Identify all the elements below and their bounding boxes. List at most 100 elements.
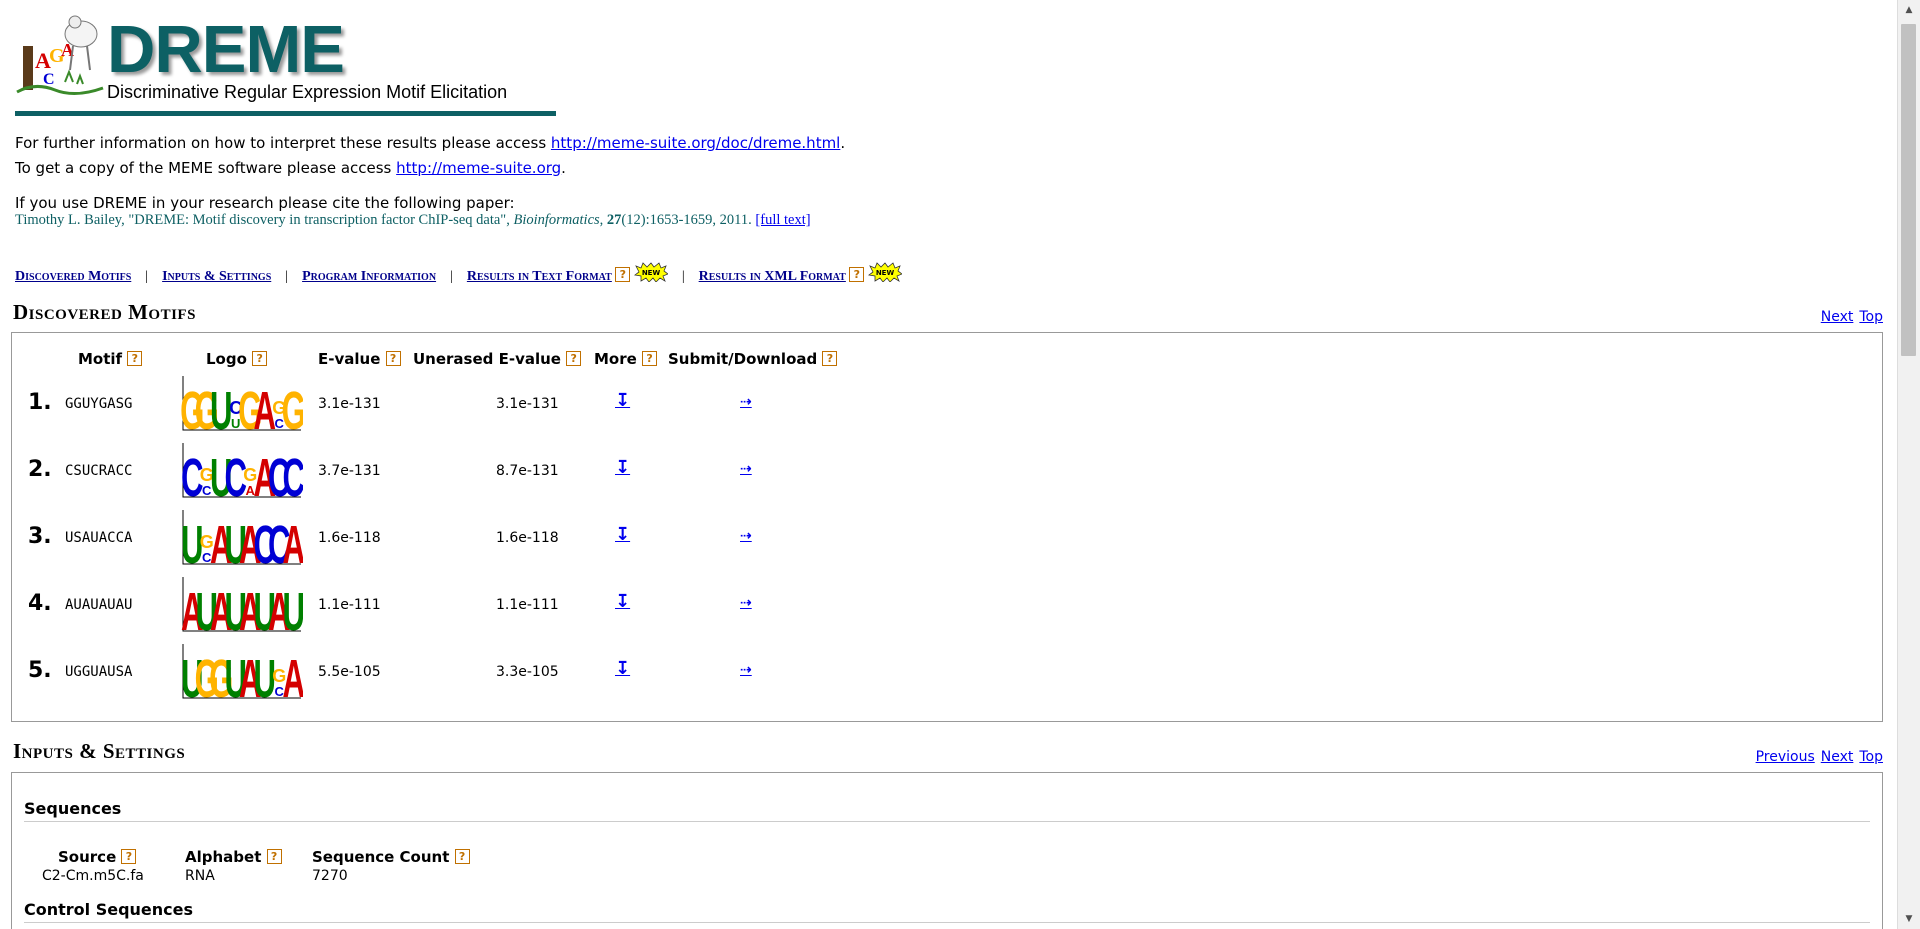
more-info-icon[interactable]: ↧ [615, 591, 630, 612]
help-icon[interactable]: ? [642, 351, 658, 366]
previous-link[interactable]: Previous [1756, 749, 1815, 765]
motif-unerased-evalue: 1.6e-118 [496, 530, 559, 546]
motif-number: 4. [28, 591, 52, 616]
more-info-icon[interactable]: ↧ [615, 457, 630, 478]
submit-link[interactable]: ⇢ [740, 662, 752, 678]
more-info-icon[interactable]: ↧ [615, 658, 630, 679]
help-icon[interactable]: ? [127, 351, 143, 366]
motif-logo-5[interactable]: UGGUAUGCA [175, 642, 303, 702]
full-text-link[interactable]: [full text] [755, 212, 810, 228]
submit-link[interactable]: ⇢ [740, 394, 752, 410]
top-link[interactable]: Top [1859, 309, 1883, 325]
citation: Timothy L. Bailey, "DREME: Motif discove… [15, 212, 811, 229]
sequences-heading: Sequences [24, 799, 122, 818]
help-icon[interactable]: ? [849, 267, 865, 282]
submit-link[interactable]: ⇢ [740, 461, 752, 477]
motif-logo-2[interactable]: CGCUCGAACC [175, 441, 303, 501]
page-title: DREME [107, 12, 345, 87]
inputs-section-links: Previous Next Top [1750, 749, 1883, 765]
motif-evalue: 5.5e-105 [318, 664, 381, 680]
doc-link[interactable]: http://meme-suite.org/doc/dreme.html [551, 134, 840, 152]
info-line: For further information on how to interp… [15, 134, 845, 152]
software-line: To get a copy of the MEME software pleas… [15, 159, 566, 177]
help-icon[interactable]: ? [385, 351, 401, 366]
col-alphabet-label: Alphabet [185, 848, 262, 866]
scrollbar-thumb[interactable] [1901, 24, 1916, 356]
help-icon[interactable]: ? [454, 849, 470, 864]
vertical-scrollbar[interactable]: ▲ ▼ [1897, 0, 1920, 929]
software-text: To get a copy of the MEME software pleas… [15, 159, 397, 177]
motif-number: 5. [28, 658, 52, 683]
nav-sep: | [145, 269, 149, 284]
logo-letter: A [282, 649, 303, 702]
discovered-motifs-heading: Discovered Motifs [13, 300, 196, 324]
control-rule [24, 922, 1870, 923]
motif-number: 2. [28, 457, 52, 482]
nav-results-xml[interactable]: Results in XML Format [699, 269, 846, 284]
source-value: C2-Cm.m5C.fa [42, 868, 144, 884]
nav-results-text[interactable]: Results in Text Format [467, 269, 612, 284]
motif-logo-3[interactable]: UGCAUACCA [175, 508, 303, 568]
more-link[interactable]: ↧ [615, 658, 630, 679]
motif-unerased-evalue: 1.1e-111 [496, 597, 559, 613]
meme-logo: A G A C [16, 15, 104, 95]
help-icon[interactable]: ? [121, 849, 137, 864]
next-link[interactable]: Next [1821, 309, 1854, 325]
logo-letter: C [282, 448, 303, 501]
col-source: Source ? [58, 848, 137, 866]
motif-logo-1[interactable]: GGUCUGAGCG [175, 374, 303, 434]
help-icon[interactable]: ? [566, 351, 582, 366]
scroll-up-icon[interactable]: ▲ [1898, 0, 1920, 20]
more-info-icon[interactable]: ↧ [615, 524, 630, 545]
sequence-count-value: 7270 [312, 868, 348, 884]
next-link[interactable]: Next [1821, 749, 1854, 765]
more-link[interactable]: ↧ [615, 591, 630, 612]
cite-intro: If you use DREME in your research please… [15, 194, 515, 212]
nav-inputs-settings[interactable]: Inputs & Settings [162, 269, 271, 284]
help-icon[interactable]: ? [822, 351, 838, 366]
sequences-rule [24, 821, 1870, 822]
cite-journal: Bioinformatics [513, 212, 600, 228]
scroll-down-icon[interactable]: ▼ [1898, 909, 1920, 929]
submit-arrow-icon[interactable]: ⇢ [740, 394, 752, 410]
submit-arrow-icon[interactable]: ⇢ [740, 662, 752, 678]
top-link[interactable]: Top [1859, 749, 1883, 765]
new-badge-text: NEW [642, 269, 661, 277]
software-link[interactable]: http://meme-suite.org [396, 159, 561, 177]
help-icon[interactable]: ? [252, 351, 268, 366]
more-info-icon[interactable]: ↧ [615, 390, 630, 411]
nav-program-information[interactable]: Program Information [302, 269, 436, 284]
motif-id: CSUCRACC [65, 463, 133, 479]
control-sequences-heading: Control Sequences [24, 900, 194, 919]
motif-id: AUAUAUAU [65, 597, 133, 613]
inputs-settings-heading: Inputs & Settings [13, 739, 186, 763]
more-link[interactable]: ↧ [615, 524, 630, 545]
header: A G A C DREME Discriminative Regular Exp… [15, 12, 556, 117]
submit-arrow-icon[interactable]: ⇢ [740, 461, 752, 477]
discovered-section-links: Next Top [1815, 309, 1883, 325]
motif-number: 3. [28, 524, 52, 549]
submit-arrow-icon[interactable]: ⇢ [740, 528, 752, 544]
col-evalue: E-value ? [318, 350, 401, 368]
help-icon[interactable]: ? [615, 267, 631, 282]
col-motif: Motif ? [78, 350, 143, 368]
more-link[interactable]: ↧ [615, 390, 630, 411]
new-badge-text: NEW [876, 269, 895, 277]
col-submit-label: Submit/Download [668, 350, 818, 368]
nav-sep: | [285, 269, 289, 284]
submit-link[interactable]: ⇢ [740, 595, 752, 611]
nav-discovered-motifs[interactable]: Discovered Motifs [15, 269, 131, 284]
cite-sep: , [599, 212, 607, 228]
col-more: More ? [594, 350, 658, 368]
motif-evalue: 1.1e-111 [318, 597, 381, 613]
motif-logo-4[interactable]: AUAUAUAU [175, 575, 303, 635]
submit-link[interactable]: ⇢ [740, 528, 752, 544]
motif-evalue: 1.6e-118 [318, 530, 381, 546]
submit-arrow-icon[interactable]: ⇢ [740, 595, 752, 611]
col-logo-label: Logo [206, 350, 247, 368]
svg-text:C: C [43, 71, 55, 88]
motif-unerased-evalue: 3.1e-131 [496, 396, 559, 412]
logo-letter: A [282, 515, 303, 568]
help-icon[interactable]: ? [266, 849, 282, 864]
more-link[interactable]: ↧ [615, 457, 630, 478]
